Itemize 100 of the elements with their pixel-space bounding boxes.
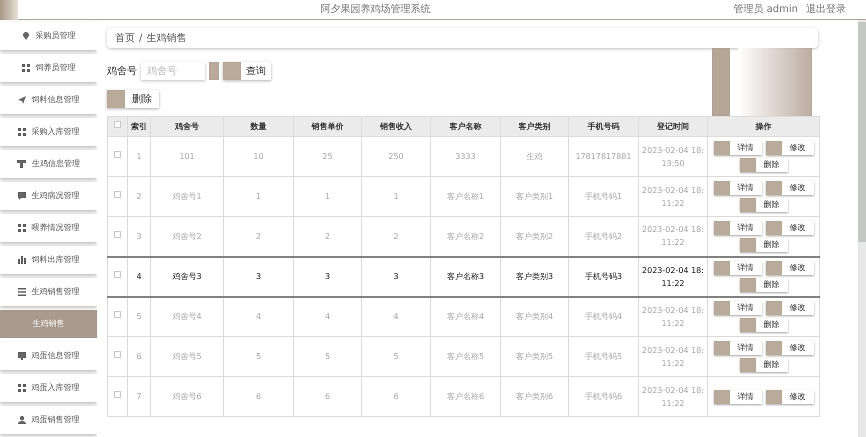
user-label: 管理员 admin bbox=[733, 3, 798, 17]
column-header: 索引 bbox=[128, 116, 150, 136]
delete-button[interactable]: 删除 bbox=[107, 90, 159, 108]
sidebar-item[interactable]: 鸡蛋信息管理 bbox=[0, 342, 97, 370]
grid-icon bbox=[18, 384, 26, 392]
table-cell: 2023-02-04 18:11:22 bbox=[638, 376, 708, 416]
row-checkbox[interactable] bbox=[114, 350, 121, 358]
chart-icon bbox=[18, 256, 26, 264]
table-cell: 1 bbox=[294, 176, 362, 216]
table-cell: 1 bbox=[362, 176, 430, 216]
action-button[interactable]: 修改 bbox=[766, 390, 814, 404]
table-cell: 5 bbox=[224, 336, 294, 376]
column-header: 客户类别 bbox=[500, 116, 568, 136]
sidebar-item[interactable]: 生鸡病况管理 bbox=[0, 182, 97, 210]
table-cell: 250 bbox=[362, 136, 430, 176]
query-button[interactable]: 查询 bbox=[223, 62, 271, 80]
table-cell: 1 bbox=[128, 136, 150, 176]
sidebar-item[interactable]: 喂养情况管理 bbox=[0, 214, 97, 242]
table-cell: 客户名称5 bbox=[430, 336, 500, 376]
table-cell: 5 bbox=[362, 336, 430, 376]
select-all-checkbox[interactable] bbox=[114, 120, 121, 128]
row-checkbox[interactable] bbox=[114, 230, 121, 238]
action-button[interactable]: 删除 bbox=[740, 358, 788, 372]
column-header: 销售收入 bbox=[362, 116, 430, 136]
tool-icon bbox=[17, 160, 26, 168]
row-checkbox[interactable] bbox=[114, 270, 121, 278]
column-header: 销售单价 bbox=[294, 116, 362, 136]
table-cell: 6 bbox=[362, 376, 430, 416]
action-button[interactable]: 修改 bbox=[766, 261, 814, 275]
table-cell: 4 bbox=[362, 296, 430, 336]
action-button[interactable]: 详情 bbox=[714, 261, 762, 275]
table-cell: 5 bbox=[128, 296, 150, 336]
table-cell: 4 bbox=[294, 296, 362, 336]
action-button[interactable]: 详情 bbox=[714, 301, 762, 316]
action-button[interactable]: 删除 bbox=[740, 198, 788, 212]
action-button[interactable]: 详情 bbox=[714, 390, 762, 404]
action-button[interactable]: 修改 bbox=[766, 341, 814, 355]
grid-icon bbox=[18, 128, 26, 136]
sidebar-item[interactable]: 饲料信息管理 bbox=[0, 86, 97, 114]
action-button[interactable]: 详情 bbox=[714, 341, 762, 355]
swatch-block bbox=[209, 62, 219, 80]
action-button[interactable]: 修改 bbox=[766, 301, 814, 316]
table-cell: 2023-02-04 18:11:22 bbox=[638, 296, 708, 336]
pin-icon bbox=[22, 32, 30, 40]
scrollbar[interactable] bbox=[858, 20, 866, 437]
search-label: 鸡舍号 bbox=[107, 64, 137, 78]
logout-link[interactable]: 退出登录 bbox=[806, 2, 846, 17]
action-button[interactable]: 删除 bbox=[740, 278, 788, 292]
search-field[interactable]: 鸡舍号 bbox=[141, 62, 205, 80]
row-checkbox[interactable] bbox=[114, 390, 121, 398]
column-header: 登记时间 bbox=[638, 116, 708, 136]
sidebar-item[interactable]: 鸡蛋入库管理 bbox=[0, 374, 97, 402]
table-cell: 客户名称4 bbox=[430, 296, 500, 336]
table-cell: 客户类别5 bbox=[500, 336, 568, 376]
action-button[interactable]: 删除 bbox=[740, 318, 788, 332]
action-button[interactable]: 删除 bbox=[740, 158, 788, 172]
breadcrumb-separator: / bbox=[139, 32, 142, 46]
sidebar-item[interactable]: 采购员管理 bbox=[0, 22, 97, 50]
grid-icon bbox=[22, 64, 30, 72]
send-icon bbox=[18, 96, 26, 104]
table-cell: 鸡舍号5 bbox=[150, 336, 224, 376]
list-icon bbox=[18, 288, 26, 296]
column-header: 操作 bbox=[708, 116, 820, 136]
table-cell: 17817817881 bbox=[568, 136, 638, 176]
sidebar-item[interactable]: 鸡蛋销售管理 bbox=[0, 406, 97, 434]
action-button[interactable]: 修改 bbox=[766, 181, 814, 195]
column-header: 客户名称 bbox=[430, 116, 500, 136]
table-cell: 101 bbox=[150, 136, 224, 176]
column-header: 手机号码 bbox=[568, 116, 638, 136]
action-button[interactable]: 修改 bbox=[766, 141, 814, 155]
action-button[interactable]: 删除 bbox=[740, 238, 788, 252]
action-button[interactable]: 详情 bbox=[714, 181, 762, 195]
row-checkbox[interactable] bbox=[114, 311, 121, 318]
table-cell: 1 bbox=[224, 176, 294, 216]
table-cell: 6 bbox=[128, 336, 150, 376]
table-cell: 2023-02-04 18:11:22 bbox=[638, 336, 708, 376]
table-cell: 鸡舍号6 bbox=[150, 376, 224, 416]
table-cell: 4 bbox=[224, 296, 294, 336]
monitor-icon bbox=[18, 352, 26, 360]
grid-icon bbox=[18, 224, 26, 232]
app-title: 阿夕果园养鸡场管理系统 bbox=[320, 2, 432, 17]
row-checkbox[interactable] bbox=[114, 150, 121, 158]
table-cell: 2 bbox=[128, 176, 150, 216]
table-cell: 6 bbox=[294, 376, 362, 416]
action-button[interactable]: 修改 bbox=[766, 220, 814, 235]
table-cell: 客户名称6 bbox=[430, 376, 500, 416]
sidebar-item[interactable]: 采购入库管理 bbox=[0, 118, 97, 146]
table-cell: 手机号码1 bbox=[568, 176, 638, 216]
table-cell: 客户名称1 bbox=[430, 176, 500, 216]
sidebar-item[interactable]: 生鸡信息管理 bbox=[0, 150, 97, 178]
table-cell: 客户类别4 bbox=[500, 296, 568, 336]
table-cell: 客户类别6 bbox=[500, 376, 568, 416]
sidebar-item[interactable]: 饲料出库管理 bbox=[0, 246, 97, 274]
sidebar-item[interactable]: 生鸡销售管理 bbox=[0, 278, 97, 306]
sidebar-item[interactable]: 饲养员管理 bbox=[0, 54, 97, 82]
row-checkbox[interactable] bbox=[114, 190, 121, 198]
breadcrumb-link[interactable]: 首页 bbox=[115, 30, 135, 46]
chat-icon bbox=[18, 192, 26, 200]
action-button[interactable]: 详情 bbox=[714, 141, 762, 155]
action-button[interactable]: 详情 bbox=[714, 220, 762, 235]
